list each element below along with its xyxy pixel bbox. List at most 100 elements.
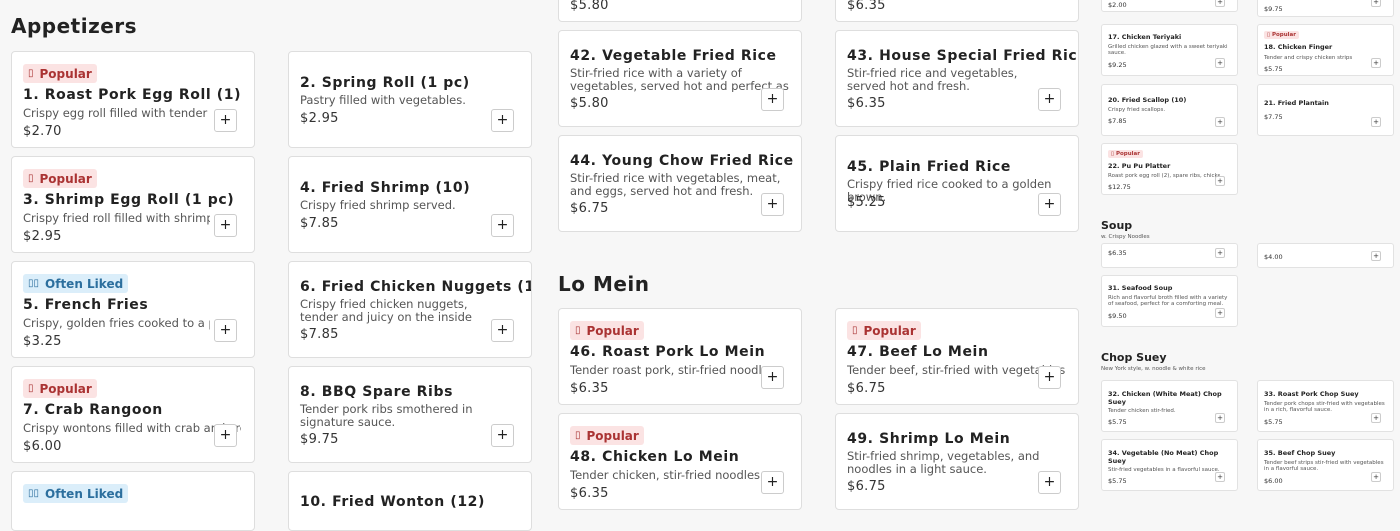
menu-item-card[interactable]: ▯ Popular 1. Roast Pork Egg Roll (1) Cris… [11,51,255,148]
add-button[interactable]: + [1371,117,1381,127]
add-button[interactable]: + [761,471,784,494]
add-button[interactable]: + [491,424,514,447]
add-button[interactable]: + [1215,117,1225,127]
item-description: Rich and flavorful broth filled with a v… [1108,295,1228,308]
menu-item-card[interactable]: ▯ Popular 3. Shrimp Egg Roll (1 pc) Crisp… [11,156,255,253]
mini-item-card[interactable]: 31. Seafood Soup Rich and flavorful brot… [1101,275,1238,327]
menu-item-card[interactable]: $6.35 + [835,0,1079,22]
mini-item-card[interactable]: 32. Chicken (White Meat) Chop Suey Tende… [1101,380,1238,432]
add-button[interactable]: + [1371,251,1381,261]
mini-item-card[interactable]: 20. Fried Scallop (10) Crispy fried scal… [1101,84,1238,136]
mini-item-card[interactable]: ▯ Popular 22. Pu Pu Platter Roast pork e… [1101,143,1238,195]
item-description: Pastry filled with vegetables. [300,93,466,107]
mini-item-card[interactable]: ▯ Popular 18. Chicken Finger Tender and … [1257,24,1394,76]
item-title: 46. Roast Pork Lo Mein [570,344,766,360]
menu-item-card[interactable]: 10. Fried Wonton (12) [288,471,532,531]
add-button[interactable]: + [1215,248,1225,258]
mini-item-card[interactable]: $2.00 + [1101,0,1238,12]
item-price: $3.25 [23,334,62,349]
popular-badge: ▯ Popular [1264,31,1299,39]
item-title: 6. Fried Chicken Nuggets (10) [300,279,532,295]
mini-item-card[interactable]: 34. Vegetable (No Meat) Chop Suey Stir-f… [1101,439,1238,491]
item-description: Tender beef, stir-fried with vegetables … [847,364,1067,377]
menu-item-card[interactable]: ▯ Popular 48. Chicken Lo Mein Tender chic… [558,413,802,510]
add-button[interactable]: + [214,319,237,342]
item-title: 48. Chicken Lo Mein [570,449,740,465]
item-title: 34. Vegetable (No Meat) Chop Suey [1108,449,1219,465]
add-button[interactable]: + [761,88,784,111]
menu-item-card[interactable]: ▯▯ Often Liked [11,471,255,531]
popular-badge: ▯ Popular [23,169,97,188]
popular-badge: ▯ Popular [847,321,921,340]
add-button[interactable]: + [214,109,237,132]
menu-item-card[interactable]: $5.80 + [558,0,802,22]
item-title: 22. Pu Pu Platter [1108,162,1171,170]
add-button[interactable]: + [491,214,514,237]
item-price: $5.75 [1264,65,1283,73]
item-price: $5.25 [847,195,886,210]
menu-item-card[interactable]: ▯▯ Often Liked 5. French Fries Crispy, go… [11,261,255,358]
mini-item-card[interactable]: 33. Roast Pork Chop Suey Tender pork cho… [1257,380,1394,432]
item-price: $9.25 [1108,61,1127,69]
item-title: 5. French Fries [23,297,149,313]
item-description: Stir-fried rice with a variety of vegeta… [570,67,789,92]
item-description: Tender pork ribs smothered in signature … [300,402,473,429]
item-title: 42. Vegetable Fried Rice [570,48,777,64]
popular-badge: ▯ Popular [23,64,97,83]
add-button[interactable]: + [1215,308,1225,318]
menu-item-card[interactable]: 6. Fried Chicken Nuggets (10) Crispy fri… [288,261,532,358]
add-button[interactable]: + [1215,0,1225,7]
item-title: 17. Chicken Teriyaki [1108,33,1182,41]
add-button[interactable]: + [1371,58,1381,68]
menu-item-card[interactable]: 2. Spring Roll (1 pc) Pastry filled with… [288,51,532,148]
menu-item-card[interactable]: 42. Vegetable Fried Rice Stir-fried rice… [558,30,802,127]
add-button[interactable]: + [1038,366,1061,389]
add-button[interactable]: + [761,193,784,216]
item-title: 1. Roast Pork Egg Roll (1) [23,87,242,103]
item-description: Stir-fried shrimp, vegetables, and noodl… [847,449,1040,476]
add-button[interactable]: + [1215,413,1225,423]
menu-item-card[interactable]: 4. Fried Shrimp (10) Crispy fried shrimp… [288,156,532,253]
mini-item-card[interactable]: $6.35 + [1101,243,1238,268]
item-description: Crispy fried chicken nuggets, tender and… [300,297,472,324]
add-button[interactable]: + [214,424,237,447]
item-title: 32. Chicken (White Meat) Chop Suey [1108,390,1222,406]
mini-item-card[interactable]: 35. Beef Chop Suey Tender beef strips st… [1257,439,1394,491]
menu-item-card[interactable]: ▯ Popular 7. Crab Rangoon Crispy wontons … [11,366,255,463]
item-price: $2.00 [1108,1,1127,9]
item-price: $5.75 [1108,477,1127,485]
add-button[interactable]: + [1038,193,1061,216]
flame-icon: ▯ [575,429,581,441]
item-price: $6.35 [847,0,886,13]
add-button[interactable]: + [1038,88,1061,111]
add-button[interactable]: + [491,109,514,132]
item-title: 31. Seafood Soup [1108,284,1173,292]
add-button[interactable]: + [1371,0,1381,7]
add-button[interactable]: + [761,366,784,389]
menu-item-card[interactable]: ▯ Popular 46. Roast Pork Lo Mein Tender r… [558,308,802,405]
add-button[interactable]: + [1038,471,1061,494]
menu-item-card[interactable]: 49. Shrimp Lo Mein Stir-fried shrimp, ve… [835,413,1079,510]
add-button[interactable]: + [214,214,237,237]
menu-item-card[interactable]: 44. Young Chow Fried Rice Stir-fried ric… [558,135,802,232]
add-button[interactable]: + [1215,472,1225,482]
add-button[interactable]: + [491,319,514,342]
item-description: Stir-fried vegetables in a flavorful sau… [1108,467,1220,473]
item-title: 4. Fried Shrimp (10) [300,180,471,196]
mini-item-card[interactable]: 17. Chicken Teriyaki Grilled chicken gla… [1101,24,1238,76]
item-price: $4.00 [1264,253,1283,261]
mini-item-card[interactable]: $9.75 + [1257,0,1394,17]
add-button[interactable]: + [1371,413,1381,423]
menu-item-card[interactable]: 43. House Special Fried Rice Stir-fried … [835,30,1079,127]
item-title: 3. Shrimp Egg Roll (1 pc) [23,192,235,208]
item-price: $6.75 [847,479,886,494]
add-button[interactable]: + [1215,176,1225,186]
menu-item-card[interactable]: 45. Plain Fried Rice Crispy fried rice c… [835,135,1079,232]
mini-item-card[interactable]: 21. Fried Plantain $7.75 + [1257,84,1394,136]
menu-item-card[interactable]: 8. BBQ Spare Ribs Tender pork ribs smoth… [288,366,532,463]
menu-item-card[interactable]: ▯ Popular 47. Beef Lo Mein Tender beef, s… [835,308,1079,405]
mini-item-card[interactable]: $4.00 + [1257,243,1394,268]
add-button[interactable]: + [1371,472,1381,482]
item-title: 10. Fried Wonton (12) [300,494,485,510]
add-button[interactable]: + [1215,58,1225,68]
